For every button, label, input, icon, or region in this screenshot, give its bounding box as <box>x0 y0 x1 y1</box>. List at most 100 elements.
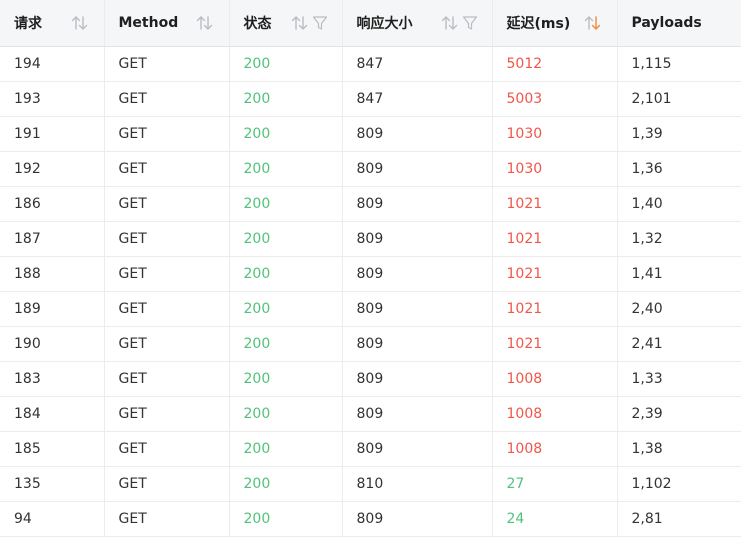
status-cell: 200 <box>229 256 343 292</box>
method-cell: GET <box>104 256 230 292</box>
latency-cell: 1008 <box>492 396 618 432</box>
table-row[interactable]: 194 GET 200 847 5012 1,115 <box>0 46 741 82</box>
payloads-cell: 1,40 <box>617 186 741 222</box>
response-size-cell: 810 <box>342 466 493 502</box>
sort-arrows-icon[interactable] <box>290 15 310 31</box>
request-id-cell: 135 <box>0 466 105 502</box>
response-size-cell: 809 <box>342 291 493 327</box>
payloads-cell: 1,102 <box>617 466 741 502</box>
column-header-actions <box>290 15 328 31</box>
method-cell: GET <box>104 361 230 397</box>
status-cell: 200 <box>229 46 343 82</box>
filter-funnel-icon[interactable] <box>312 15 328 31</box>
status-cell: 200 <box>229 116 343 152</box>
column-header-actions <box>583 15 603 31</box>
table-row[interactable]: 190 GET 200 809 1021 2,41 <box>0 326 741 362</box>
request-id-cell: 183 <box>0 361 105 397</box>
response-size-cell: 809 <box>342 151 493 187</box>
latency-cell: 27 <box>492 466 618 502</box>
sort-arrows-icon[interactable] <box>583 15 603 31</box>
request-id-cell: 191 <box>0 116 105 152</box>
table-row[interactable]: 191 GET 200 809 1030 1,39 <box>0 116 741 152</box>
filter-funnel-icon[interactable] <box>462 15 478 31</box>
method-cell: GET <box>104 116 230 152</box>
request-id-cell: 193 <box>0 81 105 117</box>
column-header[interactable]: 响应大小 <box>342 0 493 47</box>
table-row[interactable]: 183 GET 200 809 1008 1,33 <box>0 361 741 397</box>
response-size-cell: 809 <box>342 116 493 152</box>
response-size-cell: 847 <box>342 81 493 117</box>
latency-cell: 1008 <box>492 431 618 467</box>
sort-arrows-icon[interactable] <box>440 15 460 31</box>
latency-cell: 1021 <box>492 326 618 362</box>
table-row[interactable]: 188 GET 200 809 1021 1,41 <box>0 256 741 292</box>
request-id-cell: 189 <box>0 291 105 327</box>
latency-cell: 5012 <box>492 46 618 82</box>
status-cell: 200 <box>229 291 343 327</box>
table-row[interactable]: 186 GET 200 809 1021 1,40 <box>0 186 741 222</box>
method-cell: GET <box>104 186 230 222</box>
payloads-cell: 2,40 <box>617 291 741 327</box>
request-id-cell: 190 <box>0 326 105 362</box>
column-header-label: 状态 <box>243 16 272 32</box>
table-row[interactable]: 184 GET 200 809 1008 2,39 <box>0 396 741 432</box>
header-row: 请求 Method 状态 响应大小 延迟(ms) Payloads <box>0 0 741 47</box>
response-size-cell: 809 <box>342 361 493 397</box>
table-body: 194 GET 200 847 5012 1,115 193 GET 200 847 5003 2,1… <box>0 46 741 537</box>
latency-cell: 1021 <box>492 221 618 257</box>
column-header-actions <box>70 15 90 31</box>
method-cell: GET <box>104 46 230 82</box>
method-cell: GET <box>104 291 230 327</box>
method-cell: GET <box>104 466 230 502</box>
latency-cell: 1021 <box>492 186 618 222</box>
method-cell: GET <box>104 501 230 537</box>
request-id-cell: 187 <box>0 221 105 257</box>
column-header[interactable]: 请求 <box>0 0 105 47</box>
table-row[interactable]: 189 GET 200 809 1021 2,40 <box>0 291 741 327</box>
response-size-cell: 847 <box>342 46 493 82</box>
payloads-cell: 2,101 <box>617 81 741 117</box>
response-size-cell: 809 <box>342 396 493 432</box>
table-row[interactable]: 185 GET 200 809 1008 1,38 <box>0 431 741 467</box>
column-header: Payloads <box>617 0 741 47</box>
column-header-actions <box>195 15 215 31</box>
payloads-cell: 2,41 <box>617 326 741 362</box>
method-cell: GET <box>104 151 230 187</box>
payloads-cell: 1,36 <box>617 151 741 187</box>
payloads-cell: 2,81 <box>617 501 741 537</box>
payloads-cell: 1,115 <box>617 46 741 82</box>
column-header-label: 延迟(ms) <box>506 16 571 32</box>
payloads-cell: 1,38 <box>617 431 741 467</box>
payloads-cell: 1,32 <box>617 221 741 257</box>
method-cell: GET <box>104 221 230 257</box>
latency-cell: 1021 <box>492 291 618 327</box>
method-cell: GET <box>104 81 230 117</box>
column-header[interactable]: 状态 <box>229 0 343 47</box>
table-row[interactable]: 135 GET 200 810 27 1,102 <box>0 466 741 502</box>
status-cell: 200 <box>229 151 343 187</box>
table-row[interactable]: 193 GET 200 847 5003 2,101 <box>0 81 741 117</box>
status-cell: 200 <box>229 431 343 467</box>
request-id-cell: 185 <box>0 431 105 467</box>
latency-cell: 1030 <box>492 116 618 152</box>
column-header[interactable]: 延迟(ms) <box>492 0 618 47</box>
table-row[interactable]: 192 GET 200 809 1030 1,36 <box>0 151 741 187</box>
column-header-label: Method <box>118 15 179 31</box>
column-header[interactable]: Method <box>104 0 230 47</box>
status-cell: 200 <box>229 221 343 257</box>
status-cell: 200 <box>229 186 343 222</box>
response-size-cell: 809 <box>342 326 493 362</box>
sort-arrows-icon[interactable] <box>195 15 215 31</box>
status-cell: 200 <box>229 81 343 117</box>
payloads-cell: 1,39 <box>617 116 741 152</box>
sort-arrows-icon[interactable] <box>70 15 90 31</box>
method-cell: GET <box>104 396 230 432</box>
latency-cell: 1021 <box>492 256 618 292</box>
status-cell: 200 <box>229 326 343 362</box>
table-row[interactable]: 94 GET 200 809 24 2,81 <box>0 501 741 537</box>
response-size-cell: 809 <box>342 431 493 467</box>
table-row[interactable]: 187 GET 200 809 1021 1,32 <box>0 221 741 257</box>
latency-cell: 24 <box>492 501 618 537</box>
request-id-cell: 184 <box>0 396 105 432</box>
status-cell: 200 <box>229 396 343 432</box>
